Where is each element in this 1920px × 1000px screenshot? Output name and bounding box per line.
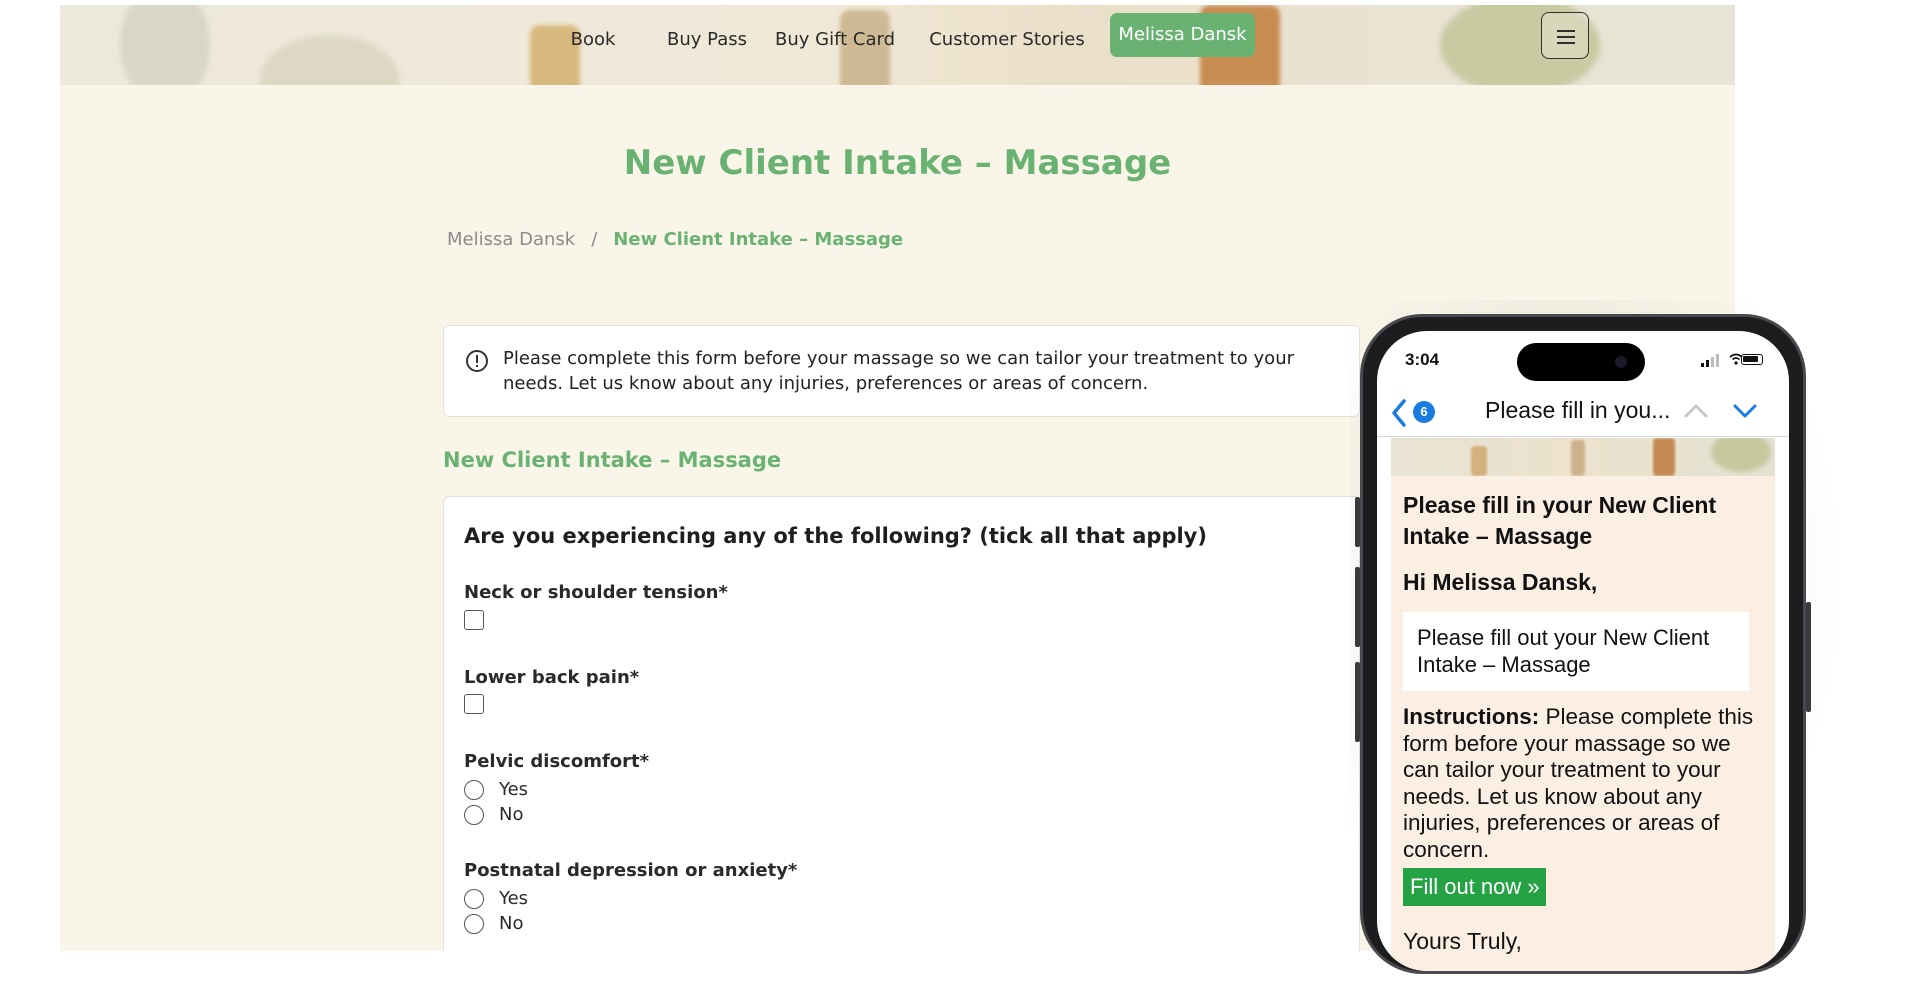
chevron-up-icon[interactable] — [1683, 401, 1709, 421]
postnatal-label: Postnatal depression or anxiety* — [464, 860, 798, 881]
instructions-label: Instructions: — [1403, 704, 1540, 729]
radio-label: Yes — [499, 888, 529, 909]
email-highlight-box: Please fill out your New Client Intake –… — [1403, 612, 1749, 691]
signal-icon — [1716, 354, 1719, 367]
phone-side-button — [1355, 567, 1360, 647]
radio-label: No — [499, 913, 524, 934]
breadcrumb-home-link[interactable]: Melissa Dansk — [447, 229, 575, 250]
notice-text: Please complete this form before your ma… — [503, 348, 1294, 394]
info-notice: Please complete this form before your ma… — [443, 325, 1360, 417]
phone-mockup: 3:04 6 Please fill in you... Please fill… — [1355, 314, 1811, 974]
header-banner: Book Buy Pass Buy Gift Card Customer Sto… — [60, 5, 1735, 85]
back-chevron-icon[interactable] — [1389, 398, 1409, 428]
phone-side-button — [1806, 602, 1811, 712]
nav-book-link[interactable]: Book — [558, 25, 628, 55]
email-greeting: Hi Melissa Dansk, — [1403, 569, 1598, 595]
unread-count-badge: 6 — [1413, 401, 1435, 423]
breadcrumb-current: New Client Intake – Massage — [613, 229, 904, 250]
phone-side-button — [1355, 497, 1360, 547]
form-section-title: New Client Intake – Massage — [443, 448, 782, 472]
nav-buy-gift-card-link[interactable]: Buy Gift Card — [770, 25, 900, 55]
radio-button[interactable] — [464, 914, 484, 934]
signal-icon — [1711, 357, 1714, 367]
intake-form: Are you experiencing any of the followin… — [443, 496, 1360, 951]
radio-button[interactable] — [464, 805, 484, 825]
status-icons — [1701, 353, 1763, 367]
email-body: Please fill in your New Client Intake – … — [1391, 438, 1775, 971]
neck-shoulder-checkbox[interactable] — [464, 610, 484, 630]
nav-buy-pass-link[interactable]: Buy Pass — [657, 25, 757, 55]
chevron-down-icon[interactable] — [1732, 401, 1758, 421]
pelvic-discomfort-label: Pelvic discomfort* — [464, 751, 650, 772]
status-time: 3:04 — [1405, 350, 1440, 369]
fill-out-now-button[interactable]: Fill out now » — [1403, 868, 1546, 906]
radio-label: Yes — [499, 779, 529, 800]
phone-screen: 3:04 6 Please fill in you... Please fill… — [1377, 331, 1789, 971]
page-title: New Client Intake – Massage — [623, 143, 1172, 183]
form-question-heading: Are you experiencing any of the followin… — [464, 524, 1207, 548]
dynamic-island — [1517, 343, 1645, 381]
phone-side-button — [1355, 662, 1360, 742]
radio-label: No — [499, 804, 524, 825]
email-instructions: Instructions: Please complete this form … — [1403, 704, 1768, 863]
email-header-image — [1391, 438, 1775, 476]
radio-button[interactable] — [464, 889, 484, 909]
lower-back-checkbox[interactable] — [464, 694, 484, 714]
signal-icon — [1706, 360, 1709, 367]
nav-customer-stories-link[interactable]: Customer Stories — [927, 25, 1087, 55]
lower-back-label: Lower back pain* — [464, 667, 640, 688]
signal-icon — [1701, 363, 1704, 367]
hamburger-menu-icon[interactable] — [1541, 12, 1589, 59]
email-heading: Please fill in your New Client Intake – … — [1403, 492, 1717, 549]
top-navigation: Book Buy Pass Buy Gift Card Customer Sto… — [60, 5, 1735, 85]
info-circle-icon — [466, 350, 488, 372]
breadcrumb-separator: / — [591, 229, 598, 250]
mail-navigation-bar: 6 Please fill in you... — [1377, 387, 1789, 437]
nav-account-button[interactable]: Melissa Dansk — [1110, 13, 1255, 57]
email-box-text: Please fill out your New Client Intake –… — [1417, 625, 1710, 677]
neck-shoulder-label: Neck or shoulder tension* — [464, 582, 728, 603]
radio-button[interactable] — [464, 780, 484, 800]
battery-icon — [1741, 354, 1763, 365]
breadcrumb: Melissa Dansk / New Client Intake – Massag… — [447, 229, 903, 250]
mail-subject: Please fill in you... — [1485, 397, 1671, 423]
